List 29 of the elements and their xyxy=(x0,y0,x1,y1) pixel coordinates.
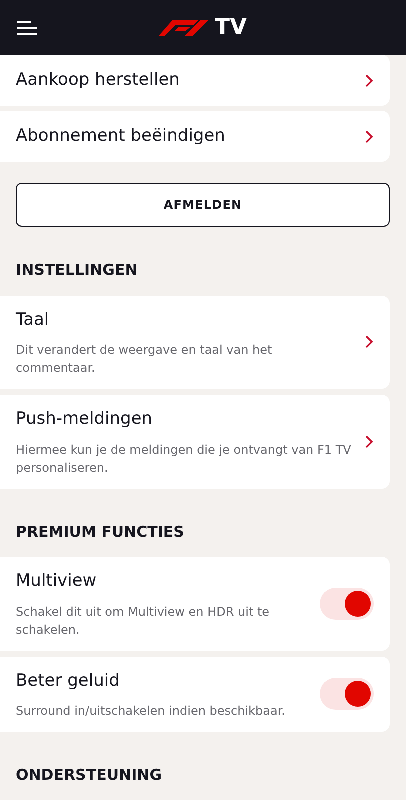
section-heading: PREMIUM FUNCTIES xyxy=(15,522,186,542)
chevron-right-icon xyxy=(365,74,374,88)
settings-card[interactable]: Taal Dit verandert de weergave en taal van het commentaar. xyxy=(0,296,390,389)
setting-description: Dit verandert de weergave en taal van het commentaar. xyxy=(16,342,274,377)
setting-description: Schakel dit uit om Multiview en HDR uit te schakelen. xyxy=(16,604,271,638)
toggle-switch[interactable] xyxy=(320,678,374,710)
settings-card[interactable]: Beter geluid Surround in/uitschakelen indien beschikbaar. xyxy=(0,656,390,732)
setting-description: Hiermee kun je de meldingen die je ontvangt van F1 TV personaliseren. xyxy=(16,442,352,476)
settings-card[interactable]: Abonnement beëindigen xyxy=(0,111,390,162)
setting-title: Taal xyxy=(16,308,50,332)
section-heading: ONDERSTEUNING xyxy=(15,765,164,786)
setting-title: Beter geluid xyxy=(16,670,121,692)
chevron-right-icon xyxy=(365,434,374,449)
setting-title: Abonnement beëindigen xyxy=(16,124,226,148)
setting-title: Aankoop herstellen xyxy=(16,68,180,92)
setting-title: Push-meldingen xyxy=(16,408,154,431)
menu-icon[interactable] xyxy=(16,20,38,36)
chevron-right-icon xyxy=(365,130,374,144)
chevron-right-icon xyxy=(365,335,374,350)
setting-description: Surround in/uitschakelen indien beschikbaar. xyxy=(16,703,286,720)
section-heading: INSTELLINGEN xyxy=(15,260,139,281)
logo-text: TV xyxy=(214,16,248,38)
logout-button[interactable]: AFMELDEN xyxy=(16,183,390,227)
settings-card[interactable]: Aankoop herstellen xyxy=(0,55,390,106)
settings-card[interactable]: Push-meldingen Hiermee kun je de meldingen die je ontvangt van F1 TV personaliseren. xyxy=(0,395,390,488)
setting-title: Multiview xyxy=(16,570,98,593)
settings-card[interactable]: Multiview Schakel dit uit om Multiview en HDR uit te schakelen. xyxy=(0,557,390,650)
logo-icon xyxy=(158,20,211,36)
toggle-switch[interactable] xyxy=(320,588,374,620)
